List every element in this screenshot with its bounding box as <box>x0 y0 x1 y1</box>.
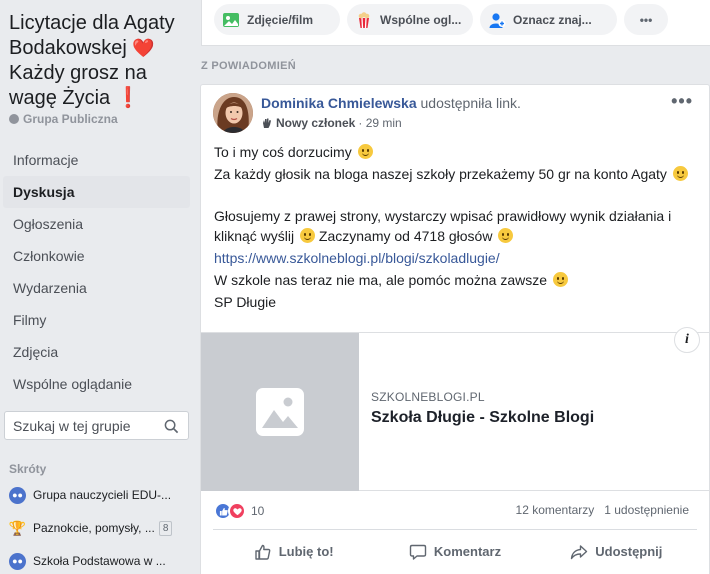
nav-item-zdjecia[interactable]: Zdjęcia <box>3 336 190 368</box>
smile-emoji-icon <box>672 166 688 181</box>
nav-item-dyskusja[interactable]: Dyskusja <box>3 176 190 208</box>
group-nav: Informacje Dyskusja Ogłoszenia Członkowi… <box>3 144 190 400</box>
nav-item-filmy[interactable]: Filmy <box>3 304 190 336</box>
group-title-line: Licytacje dla Agaty <box>9 12 175 34</box>
thumbs-up-icon <box>255 544 271 560</box>
post-line: To i my coś dorzucimy <box>214 144 352 160</box>
share-arrow-icon <box>571 544 588 559</box>
link-thumbnail <box>201 333 359 491</box>
comments-count[interactable]: 12 komentarzy <box>516 503 595 517</box>
shortcuts-heading: Skróty <box>9 462 47 476</box>
smile-emoji-icon <box>357 144 373 159</box>
left-sidebar: Licytacje dla Agaty Bodakowskej ❤️ Każdy… <box>0 0 195 574</box>
post-timestamp[interactable]: · 29 min <box>358 116 401 130</box>
nav-item-ogloszenia[interactable]: Ogłoszenia <box>3 208 190 240</box>
new-member-badge: Nowy członek <box>276 116 356 130</box>
group-title-line: Bodakowskej <box>9 37 127 59</box>
composer-actions: Zdjęcie/film Wspólne ogl... Oznacz znaj.… <box>201 0 710 46</box>
section-label: Z POWIADOMIEŃ <box>201 60 296 72</box>
search-icon[interactable] <box>164 419 179 434</box>
like-button[interactable]: Lubię to! <box>213 530 374 573</box>
post-line: Głosujemy z prawej strony, wystarczy wpi… <box>214 208 672 224</box>
post-actions: Lubię to! Komentarz Udostępnij <box>213 529 697 573</box>
link-preview[interactable]: SZKOLNEBLOGI.PL Szkoła Długie - Szkolne … <box>201 332 709 491</box>
smile-emoji-icon <box>498 228 514 243</box>
info-icon[interactable]: i <box>674 327 700 353</box>
nav-item-informacje[interactable]: Informacje <box>3 144 190 176</box>
tag-friends-label: Oznacz znaj... <box>513 12 592 27</box>
post-header: Dominika Chmielewska udostępniła link. <box>261 95 521 111</box>
shortcut-label: Szkoła Podstawowa w ... <box>33 554 166 568</box>
photo-icon <box>223 12 239 27</box>
more-dots-icon: ••• <box>639 12 653 27</box>
photo-video-label: Zdjęcie/film <box>247 12 314 27</box>
group-icon: ●● <box>9 486 26 504</box>
group-title-line: wagę Życia <box>9 87 111 109</box>
post-options-icon[interactable]: ••• <box>671 91 693 112</box>
comment-icon <box>409 544 427 560</box>
reaction-count: 10 <box>251 504 265 518</box>
trophy-icon: 🏆 <box>8 519 27 536</box>
author-name[interactable]: Dominika Chmielewska <box>261 95 417 111</box>
exclamation-icon: ❗ <box>115 87 141 109</box>
share-button[interactable]: Udostępnij <box>536 530 697 573</box>
tag-people-icon <box>489 12 506 28</box>
comment-label: Komentarz <box>433 544 502 559</box>
shares-count[interactable]: 1 udostępnienie <box>604 503 689 517</box>
share-label: Udostępnij <box>595 544 663 559</box>
group-search <box>4 411 189 440</box>
group-title[interactable]: Licytacje dla Agaty Bodakowskej ❤️ Każdy… <box>9 11 189 111</box>
post-url-link[interactable]: https://www.szkolneblogi.pl/blogi/szkola… <box>214 250 500 266</box>
notification-count-badge: 8 <box>158 520 173 536</box>
avatar[interactable] <box>213 93 253 133</box>
wave-hand-icon <box>263 118 271 128</box>
post-line: SP Długie <box>214 294 277 310</box>
shortcut-label: Grupa nauczycieli EDU-... <box>33 488 172 502</box>
photo-video-button[interactable]: Zdjęcie/film <box>214 4 340 35</box>
love-reaction-icon <box>228 502 246 520</box>
globe-icon <box>9 114 19 124</box>
comment-button[interactable]: Komentarz <box>374 530 535 573</box>
group-icon: ●● <box>9 552 26 570</box>
like-label: Lubię to! <box>278 544 334 559</box>
shortcut-item[interactable]: ●● Grupa nauczycieli EDU-... <box>9 483 191 507</box>
group-privacy-label: Grupa Publiczna <box>23 112 118 126</box>
smile-emoji-icon <box>552 272 568 287</box>
group-privacy: Grupa Publiczna <box>9 112 118 126</box>
post-card: Dominika Chmielewska udostępniła link. N… <box>200 84 710 574</box>
watch-party-label: Wspólne ogl... <box>380 12 462 27</box>
nav-item-wydarzenia[interactable]: Wydarzenia <box>3 272 190 304</box>
link-title[interactable]: Szkoła Długie - Szkolne Blogi <box>371 409 594 427</box>
post-line: Za każdy głosik na bloga naszej szkoły p… <box>214 166 667 182</box>
nav-item-wspolne-ogladanie[interactable]: Wspólne oglądanie <box>3 368 190 400</box>
nav-item-czlonkowie[interactable]: Członkowie <box>3 240 190 272</box>
post-text: To i my coś dorzucimy Za każdy głosik na… <box>214 142 699 314</box>
avatar-photo <box>213 93 253 133</box>
post-meta: Nowy członek · 29 min <box>261 116 402 130</box>
post-action-text: udostępniła link. <box>416 95 521 111</box>
post-line: W szkole nas teraz nie ma, ale pomóc moż… <box>214 272 548 288</box>
engagement-counts: 12 komentarzy 1 udostępnienie <box>516 503 689 517</box>
shortcut-label: Paznokcie, pomysły, ... <box>33 521 155 535</box>
smile-emoji-icon <box>300 228 316 243</box>
post-line: kliknąć wyślij <box>214 228 295 244</box>
more-options-button[interactable]: ••• <box>624 4 668 35</box>
reaction-summary[interactable]: 10 <box>214 502 264 520</box>
shortcut-item[interactable]: 🏆 Paznokcie, pomysły, ... 8 <box>9 516 191 540</box>
link-domain: SZKOLNEBLOGI.PL <box>371 390 485 404</box>
group-search-input[interactable] <box>13 417 153 434</box>
post-line: Zaczynamy od 4718 głosów <box>315 228 493 244</box>
image-placeholder-icon <box>256 388 304 436</box>
watch-party-button[interactable]: Wspólne ogl... <box>347 4 473 35</box>
shortcut-item[interactable]: ●● Szkoła Podstawowa w ... <box>9 549 191 573</box>
group-title-line: Każdy grosz na <box>9 62 147 84</box>
tag-friends-button[interactable]: Oznacz znaj... <box>480 4 617 35</box>
heart-icon: ❤️ <box>132 38 155 58</box>
popcorn-icon <box>358 11 370 28</box>
